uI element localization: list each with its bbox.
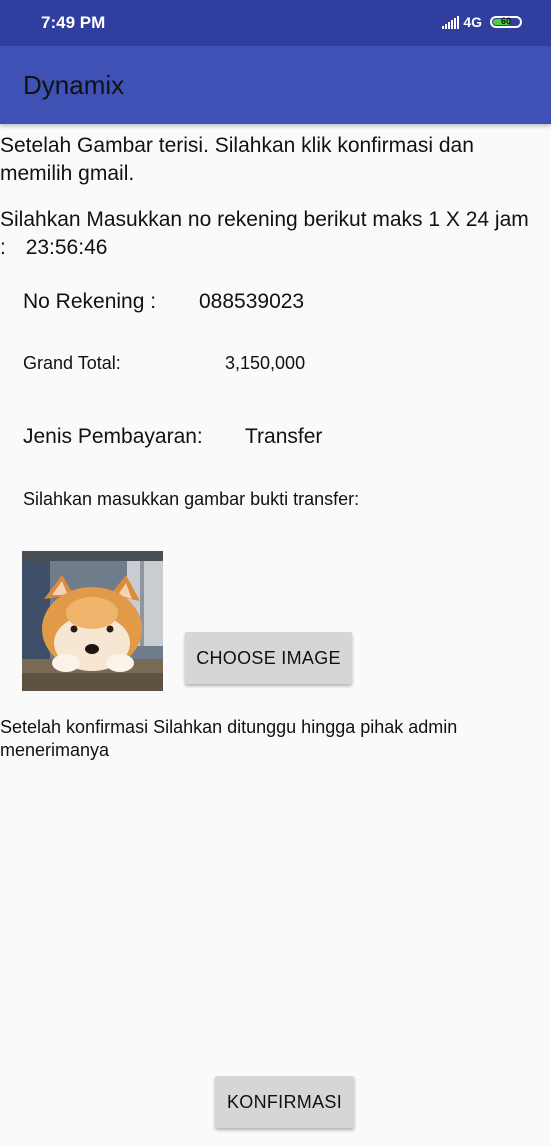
countdown-timer: 23:56:46 [25, 236, 108, 259]
confirm-button[interactable]: KONFIRMASI [215, 1076, 354, 1128]
after-confirm-note: Setelah konfirmasi Silahkan ditunggu hin… [0, 717, 458, 760]
choose-image-button[interactable]: CHOOSE IMAGE [185, 632, 352, 684]
payment-proof-image [22, 551, 163, 691]
instruction-text-2: Silahkan Masukkan no rekening berikut ma… [0, 206, 530, 262]
total-value: 3,150,000 [225, 353, 306, 373]
payment-row: Jenis Pembayaran: Transfer [23, 425, 322, 449]
account-row: No Rekening : 088539023 [23, 290, 304, 314]
upload-prompt-row: Silahkan masukkan gambar bukti transfer: [23, 489, 359, 510]
total-label: Grand Total: [23, 353, 121, 373]
battery-icon: 60 [490, 16, 522, 28]
upload-prompt: Silahkan masukkan gambar bukti transfer: [23, 489, 360, 509]
account-label: No Rekening : [23, 290, 157, 313]
network-type: 4G [463, 14, 482, 30]
status-time: 7:49 PM [41, 13, 106, 32]
instruction-text-1: Setelah Gambar terisi. Silahkan klik kon… [0, 134, 474, 185]
app-bar: Dynamix [0, 46, 551, 124]
app-title: Dynamix [23, 70, 125, 100]
status-icons: 4G 60 [442, 14, 522, 30]
account-number: 088539023 [199, 290, 305, 313]
payment-label: Jenis Pembayaran: [23, 425, 203, 448]
total-row: Grand Total: 3,150,000 [23, 353, 305, 374]
battery-level: 60 [500, 16, 511, 26]
signal-icon [442, 15, 460, 29]
payment-method: Transfer [245, 425, 323, 448]
status-bar: 7:49 PM 4G 60 [0, 0, 551, 46]
